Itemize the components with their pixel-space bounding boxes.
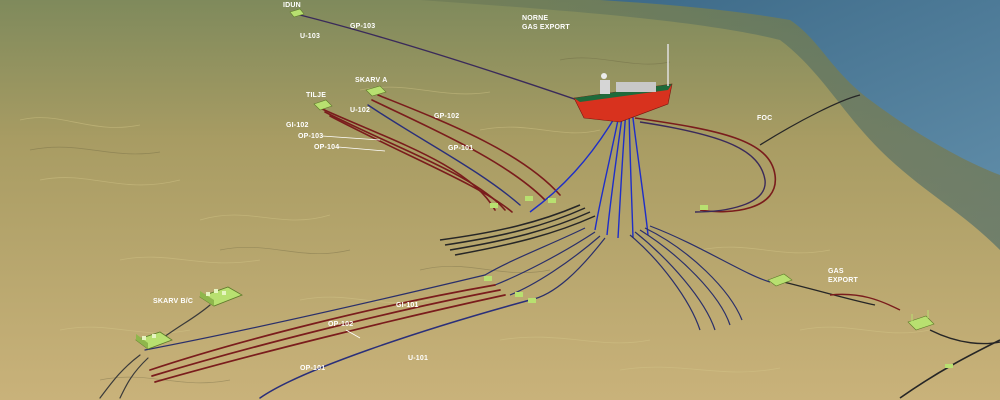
label-op102: OP-102 [328,321,353,328]
vessel-radome [601,73,607,79]
label-gi101: GI-101 [396,302,419,309]
label-norne: NORNE [522,15,548,22]
label-skarv-a: SKARV A [355,77,388,84]
label-u102: U-102 [350,107,370,114]
label-gi102: GI-102 [286,122,309,129]
label-skarv-bc: SKARV B/C [153,298,193,305]
label-gas: GAS [828,268,844,275]
label-op103: OP-103 [298,133,323,140]
label-tilje: TILJE [306,92,326,99]
vessel-topsides [616,82,656,92]
label-gp103: GP-103 [350,23,375,30]
label-gp102: GP-102 [434,113,459,120]
label-op101: OP-101 [300,365,325,372]
label-u101: U-101 [408,355,428,362]
vessel-accommodation [600,80,610,94]
subsea-field-layout-scene: IDUN GP-103 U-103 NORNE GAS EXPORT SKARV… [0,0,1000,400]
pipeline-spool [945,364,953,368]
label-gas-export: EXPORT [828,277,859,284]
label-norne-gas-export: GAS EXPORT [522,24,570,31]
label-idun: IDUN [283,2,301,9]
label-u103: U-103 [300,33,320,40]
label-op104: OP-104 [314,144,339,151]
label-foc: FOC [757,115,772,122]
label-gp101: GP-101 [448,145,473,152]
